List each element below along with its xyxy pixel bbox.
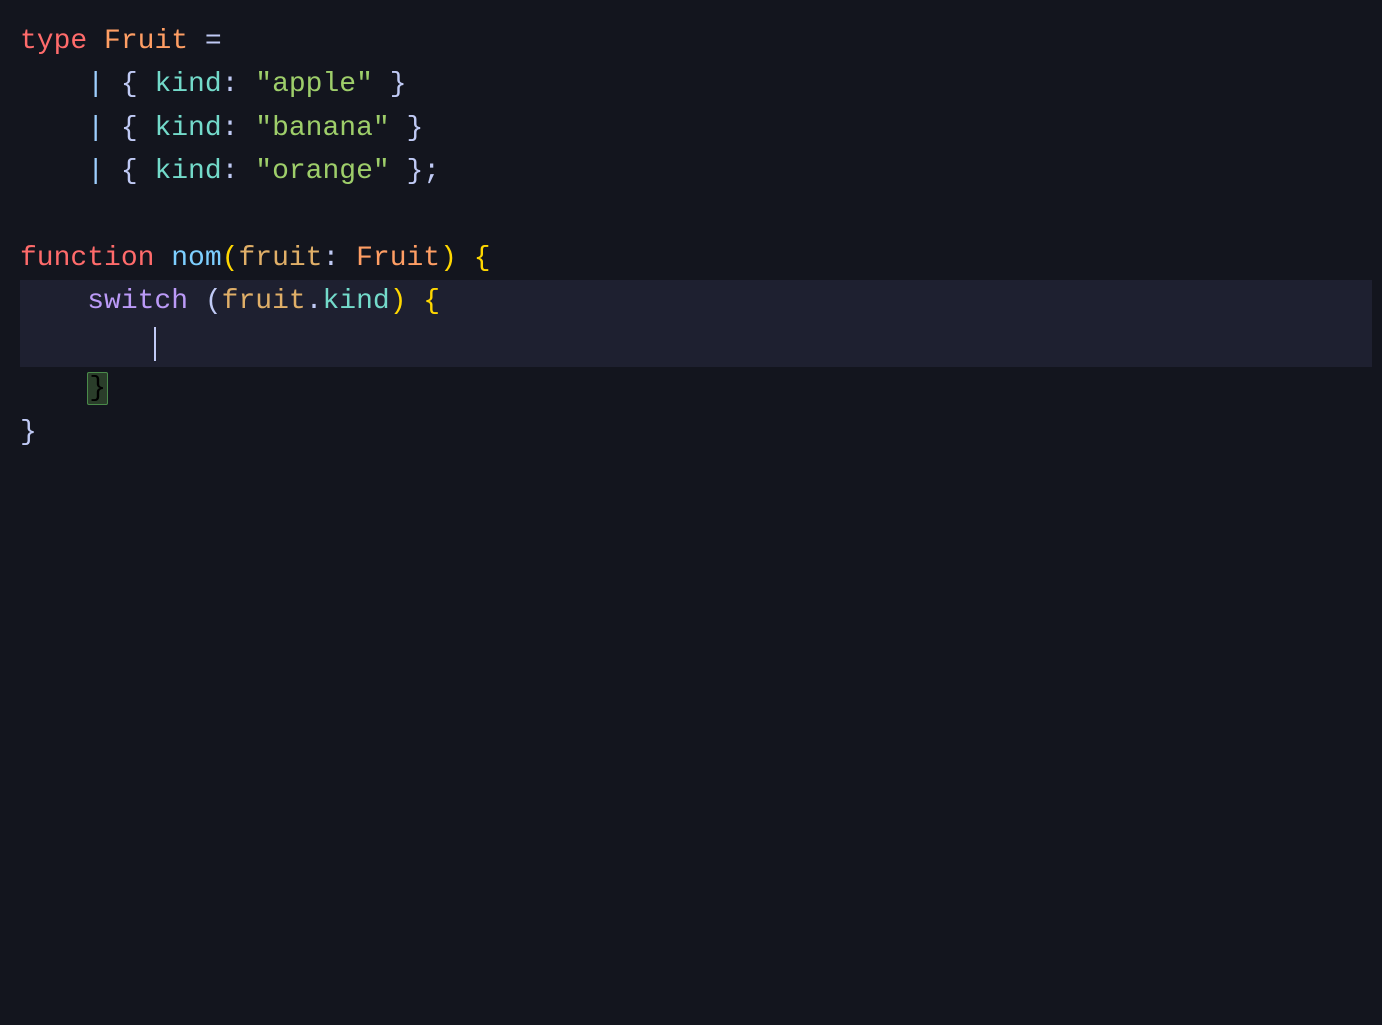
code-line-6: function nom(fruit: Fruit) { [20, 237, 1372, 280]
code-line-9: } [20, 367, 1372, 410]
code-editor[interactable]: type Fruit = | { kind: "apple" } | { kin… [0, 0, 1382, 1025]
code-line-2: | { kind: "apple" } [20, 63, 1372, 106]
bracket-close-switch: } [87, 372, 108, 405]
code-line-3: | { kind: "banana" } [20, 107, 1372, 150]
keyword-switch: switch [87, 286, 188, 317]
text-cursor [154, 327, 156, 361]
code-line-8 [20, 324, 1372, 367]
type-fruit: Fruit [104, 26, 188, 57]
code-line-1: type Fruit = [20, 20, 1372, 63]
code-line-5 [20, 194, 1372, 237]
function-name-nom: nom [171, 243, 221, 274]
code-content: type Fruit = | { kind: "apple" } | { kin… [10, 20, 1372, 454]
code-line-10: } [20, 411, 1372, 454]
code-line-7: switch (fruit.kind) { [20, 280, 1372, 323]
code-line-4: | { kind: "orange" }; [20, 150, 1372, 193]
keyword-type: type [20, 26, 87, 57]
keyword-function: function [20, 243, 154, 274]
